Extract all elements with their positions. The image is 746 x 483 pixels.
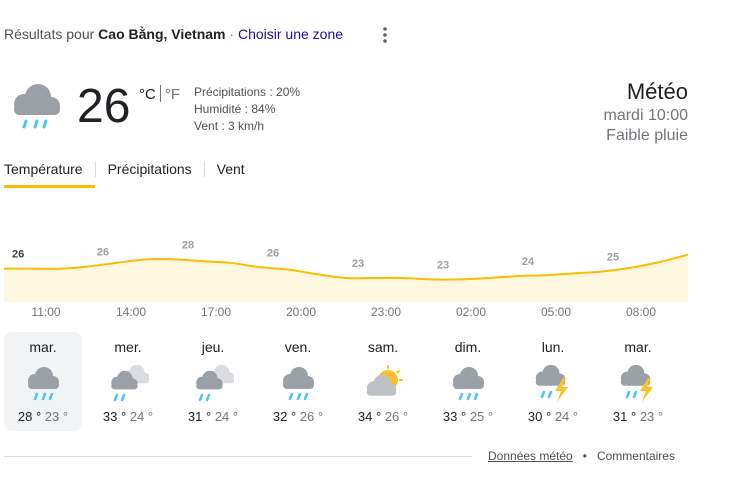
hour-label: 02:00 [455, 305, 487, 319]
hour-label: 23:00 [370, 305, 402, 319]
day-high: 31 ° [187, 409, 212, 424]
footer-divider [4, 456, 472, 457]
day-name: lun. [541, 339, 565, 355]
chart-value-label: 25 [607, 251, 619, 263]
more-vert-icon [383, 27, 387, 43]
chart-value-label: 26 [97, 246, 109, 258]
day-high: 28 ° [17, 409, 42, 424]
day-temperatures: 33 ° 25 ° [429, 409, 507, 424]
chart-value-label: 26 [12, 249, 24, 261]
fahrenheit-button[interactable]: °F [165, 86, 180, 103]
hour-label: 05:00 [540, 305, 572, 319]
chart-tabs: Température Précipitations Vent [4, 160, 257, 190]
header-separator: · [225, 26, 238, 42]
hour-label: 08:00 [625, 305, 657, 319]
weather-title: Météo [626, 79, 688, 104]
day-name: jeu. [201, 339, 225, 355]
celsius-button[interactable]: °C [139, 86, 156, 103]
weather-time: mardi 10:00 [603, 107, 689, 124]
day-temperatures: 33 ° 24 ° [89, 409, 167, 424]
day-temperatures: 31 ° 23 ° [599, 409, 677, 424]
chart-value-label: 26 [267, 247, 279, 259]
day-low: 23 ° [44, 409, 69, 424]
tab-precipitation[interactable]: Précipitations [108, 160, 204, 190]
hour-label: 20:00 [285, 305, 317, 319]
tab-divider [203, 161, 205, 177]
day-name: sam. [367, 339, 399, 355]
hour-axis: 11:00 14:00 17:00 20:00 23:00 02:00 05:00 08:00 [4, 305, 688, 321]
day-high: 33 ° [102, 409, 127, 424]
hour-label: 17:00 [200, 305, 232, 319]
rain-cloud-icon [283, 367, 314, 401]
humidity-text: Humidité : 84% [194, 102, 276, 116]
day-low: 26 ° [299, 409, 324, 424]
choose-zone-link[interactable]: Choisir une zone [238, 26, 343, 42]
chart-value-label: 23 [437, 259, 449, 271]
day-high: 33 ° [442, 409, 467, 424]
day-name: dim. [454, 339, 482, 355]
day-forecast[interactable]: mer. 33 ° 24 ° [89, 332, 167, 431]
rain-cloud-icon [14, 84, 60, 129]
current-details: Précipitations : 20% Humidité : 84% Vent… [194, 84, 300, 135]
day-forecast[interactable]: sam. 34 ° 26 ° [344, 332, 422, 431]
day-low: 24 ° [214, 409, 239, 424]
day-name: mer. [114, 339, 142, 355]
partly-cloudy-icon [366, 365, 403, 396]
hour-label: 14:00 [115, 305, 147, 319]
footer-dot: • [582, 449, 587, 463]
tab-temperature[interactable]: Température [4, 160, 95, 188]
tab-divider [94, 161, 96, 177]
day-forecast[interactable]: ven. 32 ° 26 ° [259, 332, 337, 431]
footer: Données météo • Commentaires [488, 449, 675, 463]
unit-divider [159, 85, 161, 102]
day-forecast[interactable]: mar. 28 ° 23 ° [4, 332, 82, 431]
weather-condition: Faible pluie [606, 127, 688, 144]
more-options-button[interactable] [376, 24, 394, 46]
day-low: 23 ° [639, 409, 664, 424]
day-temperatures: 28 ° 23 ° [4, 409, 82, 424]
current-temperature: 26 [77, 80, 131, 133]
chart-value-label: 24 [522, 256, 535, 268]
day-high: 30 ° [527, 409, 552, 424]
day-forecast[interactable]: lun. 30 ° 24 ° [514, 332, 592, 431]
day-name: ven. [284, 339, 312, 355]
day-high: 34 ° [357, 409, 382, 424]
weather-data-link[interactable]: Données météo [488, 449, 573, 463]
unit-switch: °C °F [139, 85, 180, 103]
day-high: 31 ° [612, 409, 637, 424]
showers-icon [111, 365, 149, 402]
rain-cloud-icon [453, 367, 484, 401]
day-forecast[interactable]: jeu. 31 ° 24 ° [174, 332, 252, 431]
results-header: Résultats pour Cao Bằng, Vietnam · Chois… [4, 26, 343, 42]
feedback-link[interactable]: Commentaires [597, 449, 675, 463]
day-low: 24 ° [554, 409, 579, 424]
wind-text: Vent : 3 km/h [194, 119, 265, 133]
daily-forecast: mar. 28 ° 23 ° mer. 33 ° 24 ° jeu. 31 ° 24… [4, 332, 688, 432]
tab-wind[interactable]: Vent [217, 160, 257, 190]
hour-label: 11:00 [31, 305, 61, 319]
results-prefix: Résultats pour [4, 26, 99, 42]
rain-cloud-icon [28, 367, 59, 401]
chart-value-label: 23 [352, 258, 364, 270]
temperature-chart: 26 26 28 26 23 23 24 25 [4, 239, 689, 302]
day-forecast[interactable]: dim. 33 ° 25 ° [429, 332, 507, 431]
day-low: 25 ° [469, 409, 494, 424]
day-low: 24 ° [129, 409, 154, 424]
day-forecast[interactable]: mar. 31 ° 23 ° [599, 332, 677, 431]
chart-value-label: 28 [182, 239, 194, 251]
weather-summary: Météo mardi 10:00 Faible pluie [604, 78, 689, 146]
day-temperatures: 31 ° 24 ° [174, 409, 252, 424]
precipitation-text: Précipitations : 20% [194, 85, 301, 99]
thunderstorm-icon [535, 365, 568, 402]
day-temperatures: 30 ° 24 ° [514, 409, 592, 424]
day-high: 32 ° [272, 409, 297, 424]
location-name: Cao Bằng, Vietnam [98, 26, 226, 42]
showers-icon [196, 365, 234, 402]
day-temperatures: 34 ° 26 ° [344, 409, 422, 424]
day-temperatures: 32 ° 26 ° [259, 409, 337, 424]
thunderstorm-icon [620, 365, 653, 402]
day-name: mar. [29, 339, 57, 355]
day-name: mar. [624, 339, 652, 355]
day-low: 26 ° [384, 409, 409, 424]
